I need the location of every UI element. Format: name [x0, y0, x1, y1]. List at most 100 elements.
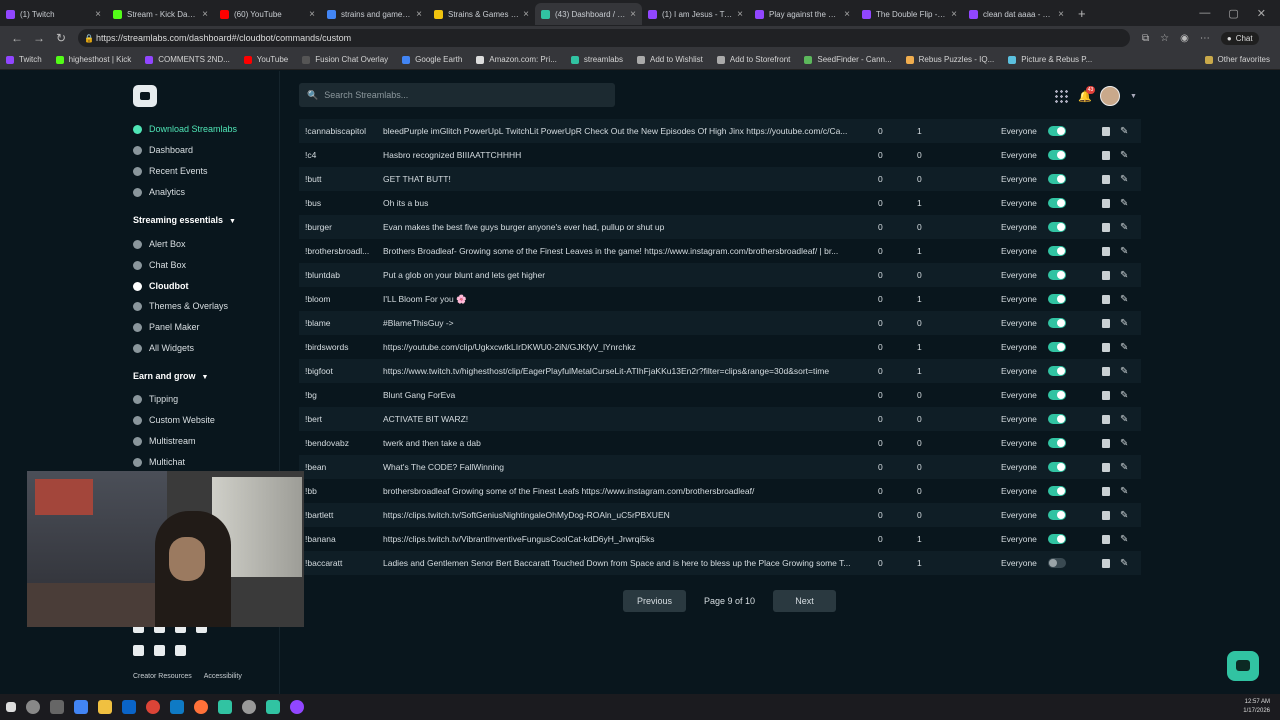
search-input[interactable]: 🔍 Search Streamlabs... [299, 83, 615, 107]
edit-pencil-icon[interactable]: ✎ [1120, 294, 1128, 305]
facebook-icon[interactable] [133, 645, 144, 656]
bookmark-item[interactable]: Fusion Chat Overlay [302, 55, 388, 64]
system-clock[interactable]: 12:57 AM 1/17/2026 [1243, 698, 1270, 716]
edit-pencil-icon[interactable]: ✎ [1120, 222, 1128, 233]
trash-icon[interactable] [1102, 198, 1110, 208]
edit-pencil-icon[interactable]: ✎ [1120, 534, 1128, 545]
enable-toggle[interactable] [1048, 390, 1066, 400]
edit-pencil-icon[interactable]: ✎ [1120, 174, 1128, 185]
trash-icon[interactable] [1102, 558, 1110, 568]
sidebar-item-alert-box[interactable]: Alert Box [133, 239, 186, 249]
trash-icon[interactable] [1102, 534, 1110, 544]
trash-icon[interactable] [1102, 246, 1110, 256]
close-tab-icon[interactable]: × [523, 9, 529, 20]
close-window-icon[interactable]: ✕ [1257, 7, 1266, 20]
forward-icon[interactable]: → [28, 31, 50, 45]
enable-toggle[interactable] [1048, 246, 1066, 256]
close-tab-icon[interactable]: × [951, 9, 957, 20]
close-tab-icon[interactable]: × [309, 9, 315, 20]
sidebar-item-all-widgets[interactable]: All Widgets [133, 343, 194, 353]
chevron-down-icon[interactable]: ▼ [1130, 93, 1137, 100]
menu-icon[interactable]: ⋯ [1200, 33, 1210, 44]
enable-toggle[interactable] [1048, 222, 1066, 232]
sidebar-item-tipping[interactable]: Tipping [133, 394, 178, 404]
trash-icon[interactable] [1102, 318, 1110, 328]
bookmark-item[interactable]: Google Earth [402, 55, 462, 64]
task-view-icon[interactable] [50, 700, 64, 714]
trash-icon[interactable] [1102, 270, 1110, 280]
enable-toggle[interactable] [1048, 174, 1066, 184]
close-tab-icon[interactable]: × [416, 9, 422, 20]
bookmark-item[interactable]: Rebus Puzzles - IQ... [905, 55, 994, 64]
enable-toggle[interactable] [1048, 342, 1066, 352]
edit-pencil-icon[interactable]: ✎ [1120, 510, 1128, 521]
enable-toggle[interactable] [1048, 510, 1066, 520]
accessibility-link[interactable]: Accessibility [204, 673, 242, 680]
firefox-icon[interactable] [194, 700, 208, 714]
close-tab-icon[interactable]: × [1058, 9, 1064, 20]
bookmark-item[interactable]: Picture & Rebus P... [1008, 55, 1092, 64]
favorites-icon[interactable]: ☆ [1160, 33, 1169, 44]
chrome-icon[interactable] [74, 700, 88, 714]
trash-icon[interactable] [1102, 390, 1110, 400]
sidebar-item-custom-website[interactable]: Custom Website [133, 415, 215, 425]
enable-toggle[interactable] [1048, 462, 1066, 472]
enable-toggle[interactable] [1048, 126, 1066, 136]
bookmark-item[interactable]: SeedFinder - Cann... [804, 55, 892, 64]
sidebar-item-chat-box[interactable]: Chat Box [133, 260, 186, 270]
browser-tab[interactable]: The Double Flip - NBC... × [856, 3, 963, 25]
support-chat-button[interactable] [1227, 651, 1259, 681]
trash-icon[interactable] [1102, 294, 1110, 304]
sidebar-item-themes[interactable]: Themes & Overlays [133, 301, 228, 311]
browser-tab[interactable]: Play against the Comm... × [749, 3, 856, 25]
bookmark-item[interactable]: highesthost | Kick [55, 55, 131, 64]
trash-icon[interactable] [1102, 414, 1110, 424]
download-streamlabs-link[interactable]: Download Streamlabs [133, 124, 237, 134]
discord-icon[interactable] [175, 645, 186, 656]
linkedin-icon[interactable] [154, 645, 165, 656]
streamlabs-logo[interactable] [133, 85, 157, 107]
enable-toggle[interactable] [1048, 294, 1066, 304]
enable-toggle[interactable] [1048, 534, 1066, 544]
search-taskbar-icon[interactable] [26, 700, 40, 714]
enable-toggle[interactable] [1048, 198, 1066, 208]
edit-pencil-icon[interactable]: ✎ [1120, 150, 1128, 161]
edit-pencil-icon[interactable]: ✎ [1120, 414, 1128, 425]
edit-pencil-icon[interactable]: ✎ [1120, 270, 1128, 281]
bookmark-item[interactable]: YouTube [243, 55, 288, 64]
profile-icon[interactable]: ◉ [1180, 33, 1189, 44]
creator-resources-link[interactable]: Creator Resources [133, 673, 192, 680]
edit-pencil-icon[interactable]: ✎ [1120, 390, 1128, 401]
previous-button[interactable]: Previous [623, 590, 686, 612]
enable-toggle[interactable] [1048, 150, 1066, 160]
edit-pencil-icon[interactable]: ✎ [1120, 462, 1128, 473]
edit-pencil-icon[interactable]: ✎ [1120, 126, 1128, 137]
edit-pencil-icon[interactable]: ✎ [1120, 366, 1128, 377]
twitch-app-icon[interactable] [290, 700, 304, 714]
section-earn-and-grow[interactable]: Earn and grow ▼ [133, 371, 208, 381]
settings-icon[interactable] [242, 700, 256, 714]
file-explorer-icon[interactable] [98, 700, 112, 714]
streamlabs-taskbar-icon[interactable] [218, 700, 232, 714]
bookmark-item[interactable]: Twitch [6, 55, 42, 64]
trash-icon[interactable] [1102, 150, 1110, 160]
bookmark-item[interactable]: streamlabs [570, 55, 623, 64]
edge-icon[interactable] [170, 700, 184, 714]
trash-icon[interactable] [1102, 486, 1110, 496]
browser-tab[interactable]: clean dat aaaa - Twitch× [963, 3, 1070, 25]
edit-pencil-icon[interactable]: ✎ [1120, 318, 1128, 329]
trash-icon[interactable] [1102, 342, 1110, 352]
edit-pencil-icon[interactable]: ✎ [1120, 198, 1128, 209]
trash-icon[interactable] [1102, 126, 1110, 136]
trash-icon[interactable] [1102, 366, 1110, 376]
start-icon[interactable] [6, 702, 16, 712]
section-streaming-essentials[interactable]: Streaming essentials ▼ [133, 215, 236, 225]
browser-tab[interactable]: (60) YouTube × [214, 3, 321, 25]
trash-icon[interactable] [1102, 174, 1110, 184]
sidebar-item-dashboard[interactable]: Dashboard [133, 145, 193, 155]
streamlabs-desktop-icon[interactable] [266, 700, 280, 714]
outlook-icon[interactable] [122, 700, 136, 714]
sidebar-item-analytics[interactable]: Analytics [133, 187, 185, 197]
new-tab-icon[interactable]: + [1078, 6, 1086, 21]
enable-toggle[interactable] [1048, 558, 1066, 568]
